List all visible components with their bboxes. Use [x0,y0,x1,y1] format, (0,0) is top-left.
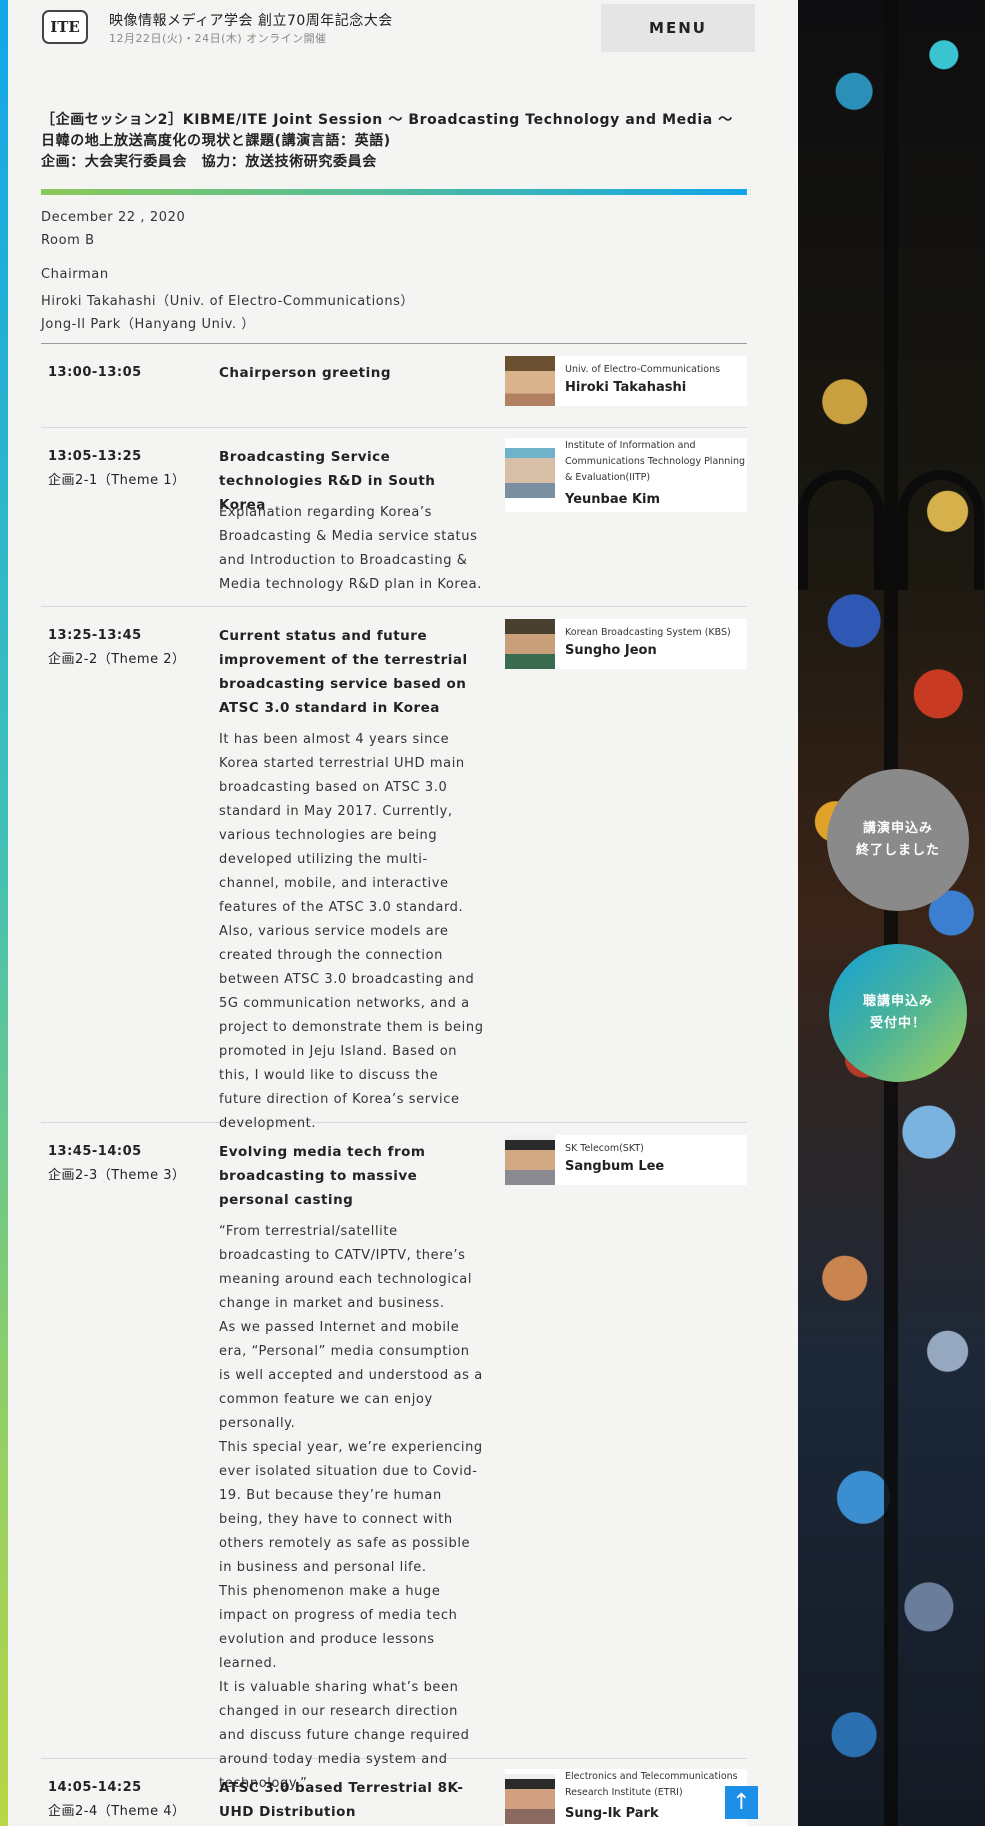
speaker-name: Yeunbae Kim [565,492,661,507]
speaker-photo [505,1135,555,1185]
scroll-to-top-button[interactable]: ↑ [725,1786,758,1819]
speaker-affiliation: Korean Broadcasting System (KBS) [565,627,731,638]
session-date: December 22 , 2020 [41,210,186,225]
speaker-card: SK Telecom(SKT) Sangbum Lee [505,1135,747,1185]
speaker-photo [505,356,555,406]
program-row: 13:05-13:25 企画2-1（Theme 1） Broadcasting S… [41,428,747,607]
talk-title: Chairperson greeting [219,365,391,381]
program-row: 13:00-13:05 Chairperson greeting Univ. o… [41,344,747,428]
title-divider [41,189,747,195]
speaker-affiliation: Institute of Information and Communicati… [565,440,746,483]
speaker-name: Sungho Jeon [565,643,657,658]
time-slot: 13:25-13:45 企画2-2（Theme 2） [48,628,186,667]
speaker-name: Sangbum Lee [565,1159,665,1174]
time-slot: 13:45-14:05 企画2-3（Theme 3） [48,1144,186,1183]
speaker-card: Korean Broadcasting System (KBS) Sungho … [505,619,747,669]
ite-logo[interactable]: ITE [42,10,88,44]
speaker-photo [505,1774,555,1824]
talk-abstract: It has been almost 4 years since Korea s… [219,732,484,1131]
chair-1: Hiroki Takahashi（Univ. of Electro-Commun… [41,294,415,309]
chairman-label: Chairman [41,267,109,282]
time-slot: 13:00-13:05 [48,365,142,380]
speaker-card: Univ. of Electro-Communications Hiroki T… [505,356,747,406]
site-header: ITE 映像情報メディア学会 創立70周年記念大会 12月22日(火)・24日(… [8,0,798,62]
stained-glass-background [798,0,985,1826]
time-slot: 14:05-14:25 企画2-4（Theme 4） [48,1780,186,1819]
speaker-card: Electronics and Telecommunications Resea… [505,1769,747,1826]
speaker-affiliation: Electronics and Telecommunications Resea… [565,1771,738,1798]
talk-title: Current status and future improvement of… [219,628,468,716]
talk-abstract: “From terrestrial/satellite broadcasting… [219,1224,483,1791]
speaker-name: Hiroki Takahashi [565,380,687,395]
site-subtitle: 12月22日(火)・24日(木) オンライン開催 [109,32,327,45]
speaker-name: Sung-Ik Park [565,1806,659,1821]
program-row: 13:25-13:45 企画2-2（Theme 2） Current status… [41,607,747,1131]
chair-2: Jong-Il Park（Hanyang Univ. ） [41,317,256,332]
speaker-card: Institute of Information and Communicati… [505,438,747,512]
speaker-affiliation: SK Telecom(SKT) [565,1143,644,1154]
audience-registration-button[interactable]: 聴講申込み 受付中！ [829,944,967,1082]
site-title: 映像情報メディア学会 創立70周年記念大会 [109,13,393,29]
session-organizer: 企画：大会実行委員会 協力：放送技術研究委員会 [41,154,377,170]
session-title: ［企画セッション2］KIBME/ITE Joint Session 〜 Broa… [41,110,747,173]
session-title-main: ［企画セッション2］KIBME/ITE Joint Session 〜 Broa… [41,112,733,149]
left-accent-bar [0,0,8,1826]
talk-title: ATSC 3.0 based Terrestrial 8K-UHD Distri… [219,1780,464,1820]
program-row: 14:05-14:25 企画2-4（Theme 4） ATSC 3.0 based… [41,1759,747,1826]
speaker-affiliation: Univ. of Electro-Communications [565,364,721,375]
talk-title: Evolving media tech from broadcasting to… [219,1144,426,1208]
time-slot: 13:05-13:25 企画2-1（Theme 1） [48,449,186,488]
speaker-photo [505,448,555,498]
lecture-application-closed-button[interactable]: 講演申込み 終了しました [827,769,969,911]
menu-button[interactable]: MENU [601,4,755,52]
talk-abstract: Explanation regarding Korea’s Broadcasti… [219,505,482,592]
session-room: Room B [41,233,95,248]
speaker-photo [505,619,555,669]
program-row: 13:45-14:05 企画2-3（Theme 3） Evolving media… [41,1123,747,1791]
